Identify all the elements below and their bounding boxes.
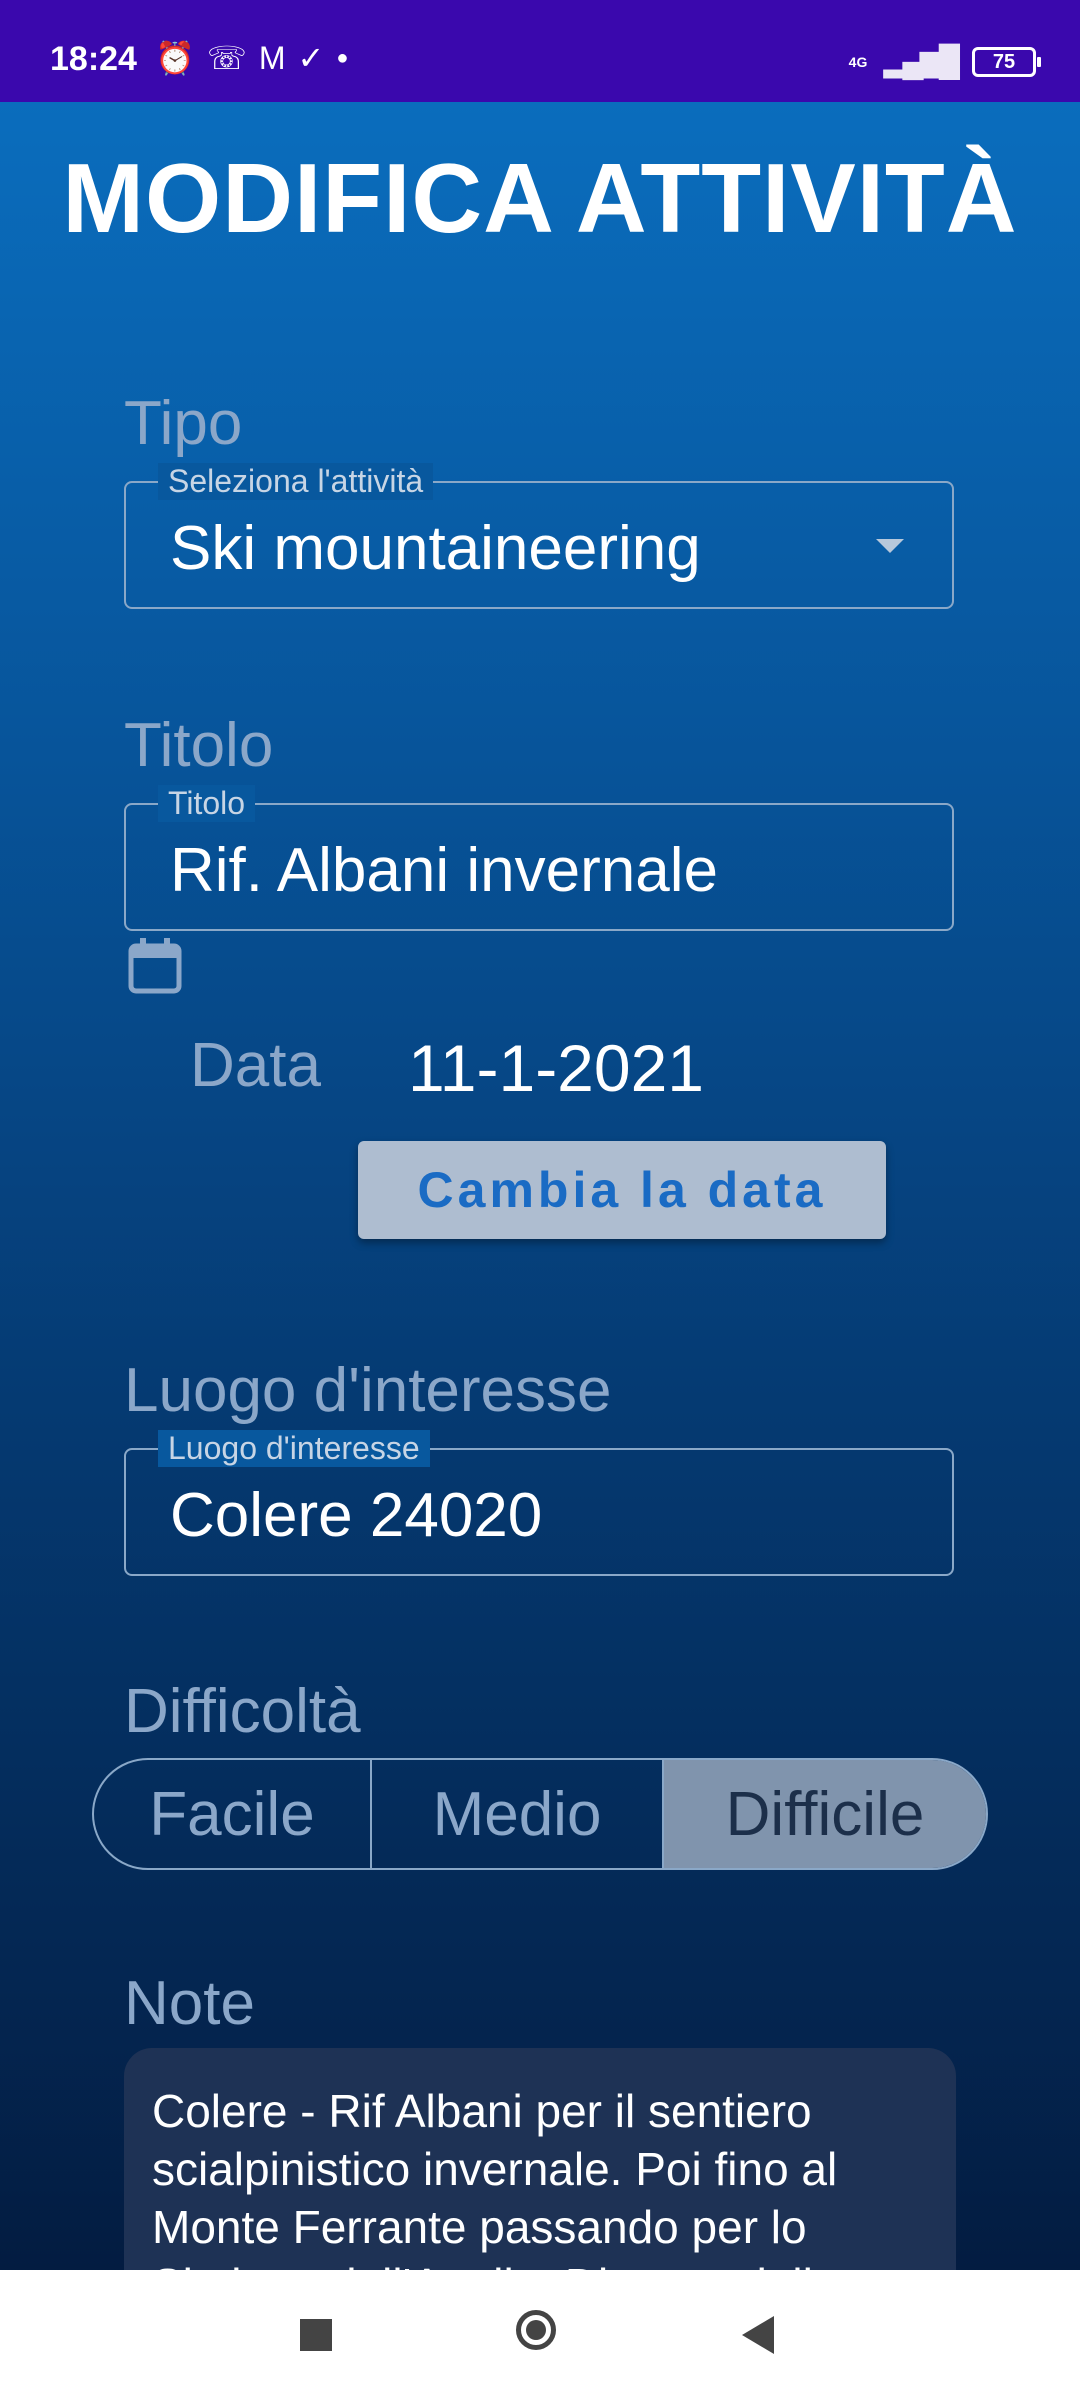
tipo-label: Tipo — [124, 389, 243, 458]
difficulty-option-easy[interactable]: Facile — [94, 1760, 372, 1868]
place-field-label: Luogo d'interesse — [158, 1430, 430, 1467]
difficulty-option-hard[interactable]: Difficile — [664, 1760, 986, 1868]
home-button[interactable] — [516, 2310, 556, 2350]
dot-icon: ● — [336, 47, 349, 69]
calendar-icon — [128, 938, 182, 994]
network-type: 4G — [848, 53, 868, 70]
status-right: 4G ▂▄▆█ 75 — [848, 44, 1041, 79]
change-date-button[interactable]: Cambia la data — [358, 1141, 886, 1239]
titolo-label: Titolo — [124, 711, 274, 780]
chevron-down-icon — [876, 539, 904, 553]
status-time: 18:24 — [50, 40, 137, 78]
date-value: 11-1-2021 — [408, 1031, 705, 1105]
status-bar: 18:24 ⏰ ☏ M ✓ ● 4G ▂▄▆█ 75 — [0, 0, 1080, 102]
battery-icon: 75 — [972, 46, 1041, 77]
edit-activity-screen: MODIFICA ATTIVITÀ Tipo Seleziona l'attiv… — [0, 102, 1080, 2270]
title-input[interactable]: Titolo Rif. Albani invernale — [124, 785, 954, 931]
luogo-label: Luogo d'interesse — [124, 1356, 612, 1425]
alarm-icon: ⏰ — [155, 40, 195, 76]
difficulty-segmented-control: Facile Medio Difficile — [92, 1758, 988, 1870]
notes-textarea[interactable]: Colere - Rif Albani per il sentiero scia… — [124, 2048, 956, 2270]
task-check-icon: ✓ — [297, 40, 325, 76]
signal-icon: ▂▄▆█ — [883, 45, 960, 78]
title-value: Rif. Albani invernale — [170, 836, 718, 905]
activity-type-field-label: Seleziona l'attività — [158, 463, 434, 500]
data-label: Data — [190, 1031, 321, 1100]
note-label: Note — [124, 1969, 255, 2038]
title-field-label: Titolo — [158, 785, 256, 822]
system-nav-bar — [0, 2270, 1080, 2400]
activity-type-dropdown[interactable]: Seleziona l'attività Ski mountaineering — [124, 463, 954, 609]
difficulty-option-medium[interactable]: Medio — [372, 1760, 664, 1868]
activity-type-value: Ski mountaineering — [170, 514, 701, 583]
missed-call-icon: ☏ — [206, 40, 247, 76]
gmail-icon: M — [258, 40, 286, 76]
notes-text: Colere - Rif Albani per il sentiero scia… — [152, 2085, 838, 2270]
back-button[interactable] — [742, 2316, 774, 2354]
notification-icons: ⏰ ☏ M ✓ ● — [155, 40, 348, 76]
difficolta-label: Difficoltà — [124, 1677, 361, 1746]
recents-button[interactable] — [300, 2319, 332, 2351]
page-title: MODIFICA ATTIVITÀ — [62, 143, 1018, 253]
place-input[interactable]: Luogo d'interesse Colere 24020 — [124, 1430, 954, 1576]
place-value: Colere 24020 — [170, 1481, 543, 1550]
